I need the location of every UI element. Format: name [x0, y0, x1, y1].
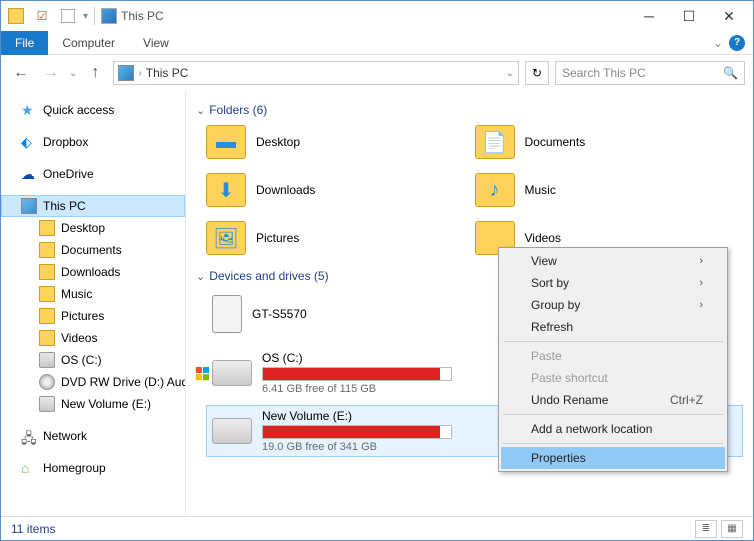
star-icon: ★	[21, 102, 37, 118]
folder-icon	[39, 308, 55, 324]
qat-check-icon[interactable]: ☑	[31, 5, 53, 27]
sidebar-dvd-d[interactable]: DVD RW Drive (D:) Audio	[1, 371, 185, 393]
address-text: This PC	[146, 66, 502, 80]
search-icon: 🔍	[723, 66, 738, 80]
sidebar-homegroup[interactable]: ⌂Homegroup	[1, 457, 185, 479]
titlebar: ☑ ▾ This PC ─ ☐ ✕	[1, 1, 753, 31]
chevron-right-icon: ›	[699, 255, 703, 267]
qat-dropdown-icon[interactable]: ▾	[83, 11, 88, 22]
address-dropdown-icon[interactable]: ⌄	[506, 68, 514, 79]
navigation-pane: ★Quick access ⬖Dropbox ☁OneDrive This PC…	[1, 91, 186, 516]
music-folder-icon: ♪	[475, 173, 515, 207]
pc-icon	[21, 198, 37, 214]
network-icon: 🖧	[21, 428, 37, 444]
chevron-down-icon: ⌄	[196, 270, 205, 283]
folder-icon	[39, 220, 55, 236]
qat-folder-icon[interactable]	[5, 5, 27, 27]
details-view-button[interactable]: ≣	[695, 520, 717, 538]
context-menu: View› Sort by› Group by› Refresh Paste P…	[498, 247, 728, 472]
chevron-right-icon: ›	[699, 299, 703, 311]
ctx-sort-by[interactable]: Sort by›	[501, 272, 725, 294]
tab-view[interactable]: View	[129, 32, 183, 54]
sidebar-pictures[interactable]: Pictures	[1, 305, 185, 327]
folder-icon	[39, 242, 55, 258]
separator	[503, 414, 723, 415]
address-bar[interactable]: › This PC ⌄	[113, 61, 519, 85]
search-placeholder: Search This PC	[562, 66, 723, 80]
window-icon	[101, 8, 117, 24]
hdd-icon	[212, 360, 252, 386]
chevron-right-icon[interactable]: ›	[138, 68, 141, 79]
sidebar-videos[interactable]: Videos	[1, 327, 185, 349]
onedrive-icon: ☁	[21, 166, 37, 182]
minimize-button[interactable]: ─	[629, 2, 669, 30]
back-button[interactable]: ←	[9, 61, 33, 85]
chevron-down-icon: ⌄	[196, 104, 205, 117]
folder-pictures[interactable]: 🖼Pictures	[206, 221, 475, 255]
ctx-group-by[interactable]: Group by›	[501, 294, 725, 316]
pictures-folder-icon: 🖼	[206, 221, 246, 255]
ctx-paste: Paste	[501, 345, 725, 367]
sidebar-music[interactable]: Music	[1, 283, 185, 305]
folder-documents[interactable]: 📄Documents	[475, 125, 744, 159]
navbar: ← → ⌄ ↑ › This PC ⌄ ↻ Search This PC 🔍	[1, 55, 753, 91]
sidebar-network[interactable]: 🖧Network	[1, 425, 185, 447]
ctx-undo-rename[interactable]: Undo RenameCtrl+Z	[501, 389, 725, 411]
folder-desktop[interactable]: ▬Desktop	[206, 125, 475, 159]
group-folders[interactable]: ⌄Folders (6)	[196, 103, 743, 117]
homegroup-icon: ⌂	[21, 460, 37, 476]
folder-icon	[39, 264, 55, 280]
sidebar-downloads[interactable]: Downloads	[1, 261, 185, 283]
tab-computer[interactable]: Computer	[48, 32, 129, 54]
item-count: 11 items	[11, 522, 55, 536]
hdd-icon	[212, 418, 252, 444]
ribbon-expand-icon[interactable]: ⌄	[713, 36, 723, 50]
desktop-folder-icon: ▬	[206, 125, 246, 159]
separator	[503, 443, 723, 444]
disk-icon	[39, 396, 55, 412]
sidebar-onedrive[interactable]: ☁OneDrive	[1, 163, 185, 185]
phone-icon	[212, 295, 242, 333]
downloads-folder-icon: ⬇	[206, 173, 246, 207]
ctx-refresh[interactable]: Refresh	[501, 316, 725, 338]
ctx-paste-shortcut: Paste shortcut	[501, 367, 725, 389]
ctx-view[interactable]: View›	[501, 250, 725, 272]
sidebar-dropbox[interactable]: ⬖Dropbox	[1, 131, 185, 153]
dvd-icon	[39, 374, 55, 390]
chevron-right-icon: ›	[699, 277, 703, 289]
ctx-add-network-location[interactable]: Add a network location	[501, 418, 725, 440]
documents-folder-icon: 📄	[475, 125, 515, 159]
dropbox-icon: ⬖	[21, 134, 37, 150]
address-pc-icon	[118, 65, 134, 81]
folder-downloads[interactable]: ⬇Downloads	[206, 173, 475, 207]
sidebar-documents[interactable]: Documents	[1, 239, 185, 261]
sidebar-desktop[interactable]: Desktop	[1, 217, 185, 239]
qat-properties-icon[interactable]	[57, 5, 79, 27]
file-tab[interactable]: File	[1, 31, 48, 55]
sidebar-quick-access[interactable]: ★Quick access	[1, 99, 185, 121]
close-button[interactable]: ✕	[709, 2, 749, 30]
recent-dropdown-icon[interactable]: ⌄	[69, 68, 77, 79]
icons-view-button[interactable]: ▦	[721, 520, 743, 538]
folder-music[interactable]: ♪Music	[475, 173, 744, 207]
refresh-button[interactable]: ↻	[525, 61, 549, 85]
ribbon: File Computer View ⌄ ?	[1, 31, 753, 55]
forward-button[interactable]: →	[39, 61, 63, 85]
window-title: This PC	[121, 9, 164, 23]
sidebar-os-c[interactable]: OS (C:)	[1, 349, 185, 371]
help-icon[interactable]: ?	[729, 35, 745, 51]
up-button[interactable]: ↑	[83, 61, 107, 85]
sidebar-new-volume-e[interactable]: New Volume (E:)	[1, 393, 185, 415]
folder-icon	[39, 330, 55, 346]
search-input[interactable]: Search This PC 🔍	[555, 61, 745, 85]
capacity-bar	[262, 367, 452, 381]
disk-icon	[39, 352, 55, 368]
capacity-bar	[262, 425, 452, 439]
folder-icon	[39, 286, 55, 302]
separator	[503, 341, 723, 342]
sidebar-this-pc[interactable]: This PC	[1, 195, 185, 217]
status-bar: 11 items ≣ ▦	[1, 516, 753, 540]
ctx-properties[interactable]: Properties	[501, 447, 725, 469]
maximize-button[interactable]: ☐	[669, 2, 709, 30]
